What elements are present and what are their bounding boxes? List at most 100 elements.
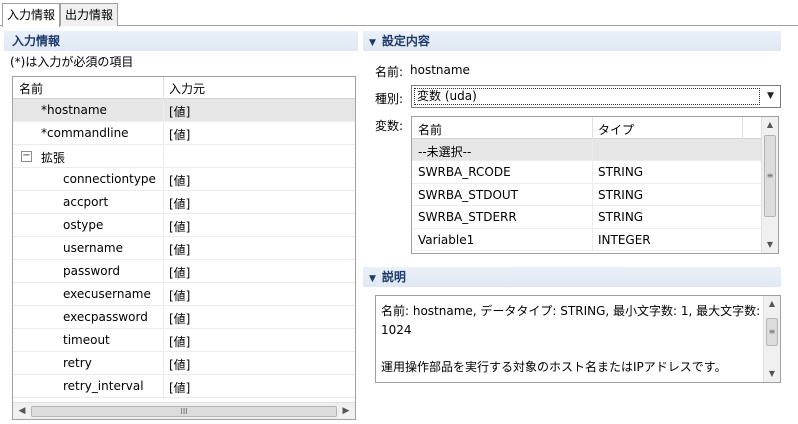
scroll-up-arrow-icon[interactable]: ▲ — [764, 119, 776, 131]
tree-row-source[interactable]: [値] — [169, 172, 190, 189]
tree-row-name: retry_interval — [63, 379, 144, 393]
triangle-down-icon[interactable]: ▼ — [369, 269, 376, 289]
input-info-section-title: 入力情報 — [12, 34, 61, 48]
variable-name: Variable1 — [418, 232, 475, 247]
variable-name: SWRBA_STDERR — [418, 210, 517, 225]
tree-row-name: timeout — [63, 333, 110, 347]
scroll-thumb[interactable]: III — [31, 406, 337, 417]
tree-row[interactable]: password [値] — [13, 260, 355, 283]
tree-row[interactable]: retry_interval [値] — [13, 375, 355, 398]
column-divider — [163, 375, 164, 398]
column-divider — [592, 183, 593, 206]
column-divider — [163, 329, 164, 352]
description-section-header[interactable]: ▼ 説明 — [363, 267, 781, 287]
column-header-source[interactable]: 入力元 — [169, 80, 205, 97]
scroll-thumb[interactable]: ≡ — [764, 135, 776, 217]
scroll-up-arrow-icon[interactable]: ▲ — [766, 298, 778, 310]
tree-header: 名前 入力元 — [13, 77, 355, 99]
scroll-right-arrow-icon[interactable]: ▶ — [339, 405, 353, 417]
tree-row-name: connectiontype — [63, 172, 156, 186]
tree-row[interactable]: execusername [値] — [13, 283, 355, 306]
required-note: (*)は入力が必須の項目 — [10, 55, 134, 69]
name-label: 名前: — [375, 65, 404, 79]
tree-row[interactable]: username [値] — [13, 237, 355, 260]
variable-table[interactable]: 名前 タイプ --未選択-- SWRBA_RCODE STRING SWRBA_STD… — [411, 116, 779, 254]
tree-row-source[interactable]: [値] — [169, 241, 190, 258]
variable-row[interactable]: --未選択-- — [412, 139, 762, 162]
tree-row[interactable]: ostype [値] — [13, 214, 355, 237]
variable-type: STRING — [598, 187, 644, 202]
tree-row-source[interactable]: [値] — [169, 195, 190, 212]
triangle-down-icon[interactable]: ▼ — [369, 33, 376, 53]
tree-row-source[interactable]: [値] — [169, 126, 190, 143]
column-divider — [592, 161, 593, 184]
tree-group-row[interactable]: − 拡張 — [13, 145, 355, 168]
chevron-down-icon[interactable]: ▼ — [762, 87, 779, 106]
column-divider — [163, 306, 164, 329]
column-divider[interactable] — [592, 117, 593, 139]
type-combo[interactable]: 変数 (uda) ▼ — [411, 85, 781, 108]
variable-table-header: 名前 タイプ — [412, 117, 762, 139]
column-divider[interactable] — [163, 77, 164, 99]
tree-row-source[interactable]: [値] — [169, 264, 190, 281]
tab-input-info[interactable]: 入力情報 — [2, 3, 61, 27]
tree-row-name: retry — [63, 356, 92, 370]
tree-row[interactable]: timeout [値] — [13, 329, 355, 352]
variable-name: SWRBA_STDOUT — [418, 187, 519, 202]
column-header-name[interactable]: 名前 — [19, 80, 43, 97]
tab-bar: 入力情報 出力情報 — [0, 0, 798, 27]
type-combo-value[interactable]: 変数 (uda) — [414, 88, 760, 105]
tree-row-source[interactable]: [値] — [169, 218, 190, 235]
column-header-var-type[interactable]: タイプ — [598, 121, 634, 138]
variable-row[interactable]: SWRBA_RCODE STRING — [412, 161, 762, 184]
variable-row[interactable]: SWRBA_STDERR STRING — [412, 206, 762, 229]
tab-output-info[interactable]: 出力情報 — [60, 3, 119, 26]
column-divider — [163, 214, 164, 237]
scroll-thumb[interactable]: ≡ — [766, 318, 778, 346]
tree-row[interactable]: retry [値] — [13, 352, 355, 375]
column-divider — [163, 191, 164, 214]
tree-row-source[interactable]: [値] — [169, 310, 190, 327]
horizontal-scrollbar[interactable]: ◀ III ▶ — [13, 402, 355, 419]
vertical-scrollbar[interactable]: ▲ ≡ ▼ — [763, 296, 780, 382]
tree-row-source[interactable]: [値] — [169, 287, 190, 304]
scroll-down-arrow-icon[interactable]: ▼ — [764, 239, 776, 251]
collapse-icon[interactable]: − — [21, 151, 32, 162]
tree-row[interactable]: connectiontype [値] — [13, 168, 355, 191]
column-divider[interactable] — [742, 117, 743, 139]
tree-row-name: execpassword — [63, 310, 148, 324]
variable-name: --未選択-- — [418, 145, 472, 159]
tree-row-name: 拡張 — [41, 151, 66, 165]
tree-row[interactable]: *hostname [値] — [13, 99, 355, 122]
vertical-scrollbar[interactable]: ▲ ≡ ▼ — [761, 117, 778, 253]
tree-row-source[interactable]: [値] — [169, 103, 190, 120]
tree-row-source[interactable]: [値] — [169, 379, 190, 396]
column-divider — [163, 99, 164, 122]
variable-row[interactable]: Variable1 INTEGER — [412, 228, 762, 251]
variable-row[interactable]: SWRBA_STDOUT STRING — [412, 183, 762, 207]
column-divider — [163, 352, 164, 375]
tree-row-name: accport — [63, 195, 109, 209]
column-divider — [163, 260, 164, 283]
column-divider — [163, 237, 164, 260]
settings-section-header[interactable]: ▼ 設定内容 — [363, 31, 781, 51]
tree-row-name: username — [63, 241, 123, 255]
type-label: 種別: — [375, 92, 404, 106]
tree-rows: *hostname [値] *commandline [値] − 拡張 connection… — [13, 99, 355, 398]
scroll-down-arrow-icon[interactable]: ▼ — [766, 368, 778, 380]
tree-row[interactable]: execpassword [値] — [13, 306, 355, 329]
description-section-title: 説明 — [381, 270, 406, 284]
column-divider — [163, 283, 164, 306]
scroll-left-arrow-icon[interactable]: ◀ — [15, 405, 29, 417]
tree-row[interactable]: *commandline [値] — [13, 122, 355, 145]
column-header-var-name[interactable]: 名前 — [418, 121, 442, 138]
description-line-2: 運用操作部品を実行する対象のホスト名またはIPアドレスです。 — [381, 360, 727, 374]
description-box[interactable]: 名前: hostname, データタイプ: STRING, 最小文字数: 1, … — [375, 295, 781, 383]
tree-row-source[interactable]: [値] — [169, 356, 190, 373]
column-divider — [163, 122, 164, 145]
input-tree-table[interactable]: 名前 入力元 *hostname [値] *commandline [値] − 拡張 con… — [12, 76, 356, 420]
name-value: hostname — [410, 63, 470, 77]
tree-row-source[interactable]: [値] — [169, 333, 190, 350]
tree-row[interactable]: accport [値] — [13, 191, 355, 214]
column-divider — [163, 168, 164, 191]
